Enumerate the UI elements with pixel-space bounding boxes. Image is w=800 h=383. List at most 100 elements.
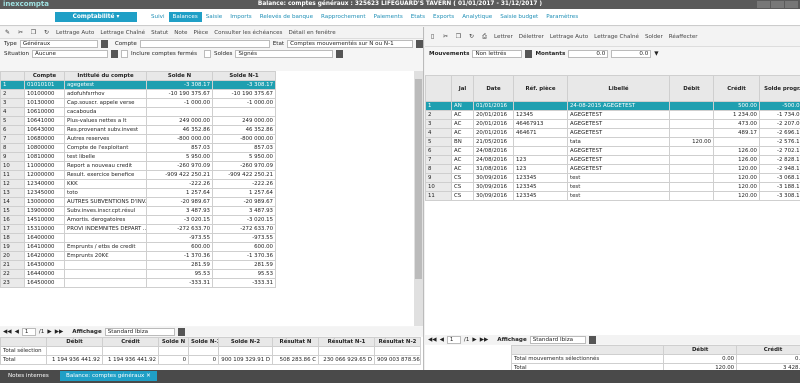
soldes-checkbox[interactable] <box>204 50 212 58</box>
right-toolbar-button-3[interactable]: Lettrage Chaîné <box>594 34 639 40</box>
table-row[interactable]: 7 10680000 Autres reserves -800 000.00 -800 … <box>0 134 276 144</box>
tab-notes-internes[interactable]: Notes internes <box>2 371 55 381</box>
column-header[interactable]: Date <box>473 75 514 102</box>
soldes-select[interactable]: Signés <box>235 50 334 58</box>
column-header[interactable]: Solde progr. <box>759 75 800 102</box>
last-page-icon[interactable]: ▶▶ <box>55 329 64 335</box>
tab-balance[interactable]: Balance: comptes généraux ✕ <box>60 371 157 381</box>
menu-item-7[interactable]: Etats <box>407 12 429 22</box>
chevron-down-icon[interactable] <box>588 335 596 344</box>
copy-icon[interactable]: ❐ <box>30 29 37 36</box>
scroll-thumb[interactable] <box>415 79 422 279</box>
right-toolbar-button-1[interactable]: Délettrer <box>519 34 544 40</box>
table-row[interactable]: 23 16450000 -333.31 -333.31 <box>0 278 276 288</box>
table-row[interactable]: 3 AC 20/01/2016 46467913 AGEGETEST 473.00 -2 2… <box>425 119 800 129</box>
chevron-down-icon[interactable] <box>525 49 533 58</box>
column-header[interactable]: Intitulé du compte <box>64 71 147 81</box>
cut-icon[interactable]: ✂ <box>442 33 449 40</box>
table-row[interactable]: 4 AC 20/01/2016 464671 AGEGETEST 489.17 -2 696… <box>425 128 800 138</box>
column-header[interactable]: Libellé <box>567 75 670 102</box>
menu-item-0[interactable]: Suivi <box>147 12 169 22</box>
table-row[interactable]: 11 12000000 Result. exercice benefice -909 … <box>0 170 276 180</box>
menu-item-1[interactable]: Balances <box>168 12 202 22</box>
left-toolbar-button-4[interactable]: Pièce <box>193 30 208 36</box>
table-row[interactable]: 5 10641000 Plus-values nettes a lt 249 000.… <box>0 116 276 126</box>
menu-item-3[interactable]: Imports <box>226 12 255 22</box>
next-page-icon[interactable]: ▶ <box>472 337 476 343</box>
table-row[interactable]: 16 14510000 Amortis. derogatoires -3 020.15… <box>0 215 276 225</box>
next-page-icon[interactable]: ▶ <box>47 329 51 335</box>
page-input[interactable]: 1 <box>21 327 36 336</box>
left-toolbar-button-0[interactable]: Lettrage Auto <box>56 30 94 36</box>
left-toolbar-button-6[interactable]: Détail en fenêtre <box>288 30 335 36</box>
table-row[interactable]: 6AC24/08/2016 AGEGETEST 126.00-2 702.17 <box>425 146 800 156</box>
first-page-icon[interactable]: ◀◀ <box>3 329 12 335</box>
table-row[interactable]: 10 11000000 Report a nouveau credit -260 97… <box>0 161 276 171</box>
left-toolbar-button-1[interactable]: Lettrage Chaîné <box>100 30 145 36</box>
document-icon[interactable]: ▯ <box>429 33 436 40</box>
table-row[interactable]: 13 12345000 toto 1 257.64 1 257.64 <box>0 188 276 198</box>
table-row[interactable]: 8 10800000 Compte de l'exploitant 857.03 857… <box>0 143 276 153</box>
table-row[interactable]: 14 13000000 AUTRES SUBVENTIONS D'INV... -20… <box>0 197 276 207</box>
table-row[interactable]: 3 10130000 Cap.souscr. appele verse -1 000.… <box>0 98 276 108</box>
column-header[interactable]: Solde N-1 <box>212 71 276 81</box>
affichage-select[interactable]: Standard Ibiza <box>529 335 586 344</box>
cut-icon[interactable]: ✂ <box>17 29 24 36</box>
right-toolbar-button-4[interactable]: Solder <box>645 34 663 40</box>
table-row[interactable]: 22 16440000 95.53 95.53 <box>0 269 276 279</box>
affichage-select[interactable]: Standard Ibiza <box>104 327 175 336</box>
right-toolbar-button-5[interactable]: Réaffecter <box>669 34 698 40</box>
table-row[interactable]: 1 01010101 agegetest -3 308.17 -3 308.17 <box>0 80 276 90</box>
table-row[interactable]: 8AC31/08/2016123AGEGETEST 120.00-2 948.17 <box>425 164 800 174</box>
refresh-icon[interactable]: ↻ <box>468 33 475 40</box>
table-row[interactable]: 2 AC 20/01/2016 12345 AGEGETEST 1 234.00 -1 73… <box>425 110 800 120</box>
table-row[interactable]: 9CS30/09/2016123345test 120.00-3 068.17 <box>425 173 800 183</box>
mouvements-select[interactable]: Non lettrés <box>472 49 523 58</box>
include-closed-checkbox[interactable] <box>121 50 128 58</box>
left-toolbar-button-3[interactable]: Note <box>174 30 187 36</box>
chevron-down-icon[interactable] <box>416 40 424 48</box>
table-row[interactable]: 4 10610000 cacabouda <box>0 107 276 117</box>
column-header[interactable]: Débit <box>669 75 714 102</box>
prev-page-icon[interactable]: ◀ <box>440 337 444 343</box>
table-row[interactable]: 21 16430000 281.59 281.59 <box>0 260 276 270</box>
right-toolbar-button-2[interactable]: Lettrage Auto <box>550 34 588 40</box>
chevron-down-icon[interactable] <box>111 50 118 58</box>
etat-select[interactable]: Comptes mouvementés sur N ou N-1 <box>287 40 414 48</box>
table-row[interactable]: 10CS30/09/2016123345test 120.00-3 188.17 <box>425 182 800 192</box>
montant-min-input[interactable]: 0.0 <box>568 49 609 58</box>
table-row[interactable]: 17 15310000 PROVI INDEMNITES DEPART ... -27… <box>0 224 276 234</box>
column-header[interactable]: Réf. pièce <box>513 75 568 102</box>
column-header[interactable]: Solde N <box>146 71 213 81</box>
menu-item-9[interactable]: Analytique <box>458 12 496 22</box>
menu-item-5[interactable]: Rapprochement <box>317 12 370 22</box>
montant-max-input[interactable]: 0.0 <box>611 49 652 58</box>
table-row[interactable]: 9 10810000 test libelle 5 950.00 5 950.00 <box>0 152 276 162</box>
table-row[interactable]: 20 16420000 Emprunts 20K€ -1 370.36 -1 370.3… <box>0 251 276 261</box>
column-header[interactable]: Compte <box>24 71 65 81</box>
last-page-icon[interactable]: ▶▶ <box>480 337 489 343</box>
left-toolbar-button-5[interactable]: Consulter les échéances <box>214 30 282 36</box>
left-toolbar-button-2[interactable]: Statut <box>151 30 168 36</box>
table-row[interactable]: 12 12340000 KKK -222.26 -222.26 <box>0 179 276 189</box>
table-row[interactable]: 6 10643000 Res.provenant subv.invest 46 352… <box>0 125 276 135</box>
menu-item-6[interactable]: Paiements <box>370 12 407 22</box>
maximize-icon[interactable] <box>771 1 784 8</box>
chevron-down-icon[interactable] <box>100 40 108 48</box>
refresh-icon[interactable]: ↻ <box>43 29 50 36</box>
table-row[interactable]: 1 AN 01/01/2016 24-08-2015 AGEGETEST 500.00-… <box>425 101 800 111</box>
table-row[interactable]: 19 16410000 Emprunts / etbs de credit 600.0… <box>0 242 276 252</box>
right-toolbar-button-0[interactable]: Lettrer <box>494 34 513 40</box>
menu-item-2[interactable]: Saisie <box>202 12 226 22</box>
table-row[interactable]: 11CS30/09/2016123345test 120.00-3 308.17 <box>425 191 800 201</box>
pencil-icon[interactable]: ✎ <box>4 29 11 36</box>
type-select[interactable]: Généraux <box>19 40 98 48</box>
minimize-icon[interactable] <box>757 1 770 8</box>
compte-input[interactable] <box>139 40 270 48</box>
module-selector[interactable]: Comptabilité ▾ <box>55 12 137 22</box>
table-row[interactable]: 15 13900000 Subv.inves.inscr.cpt.résul 3 48… <box>0 206 276 216</box>
chevron-down-icon[interactable] <box>336 50 344 58</box>
column-header[interactable]: Crédit <box>713 75 760 102</box>
column-header[interactable]: Jal <box>451 75 474 102</box>
menu-item-10[interactable]: Saisie budget <box>496 12 542 22</box>
